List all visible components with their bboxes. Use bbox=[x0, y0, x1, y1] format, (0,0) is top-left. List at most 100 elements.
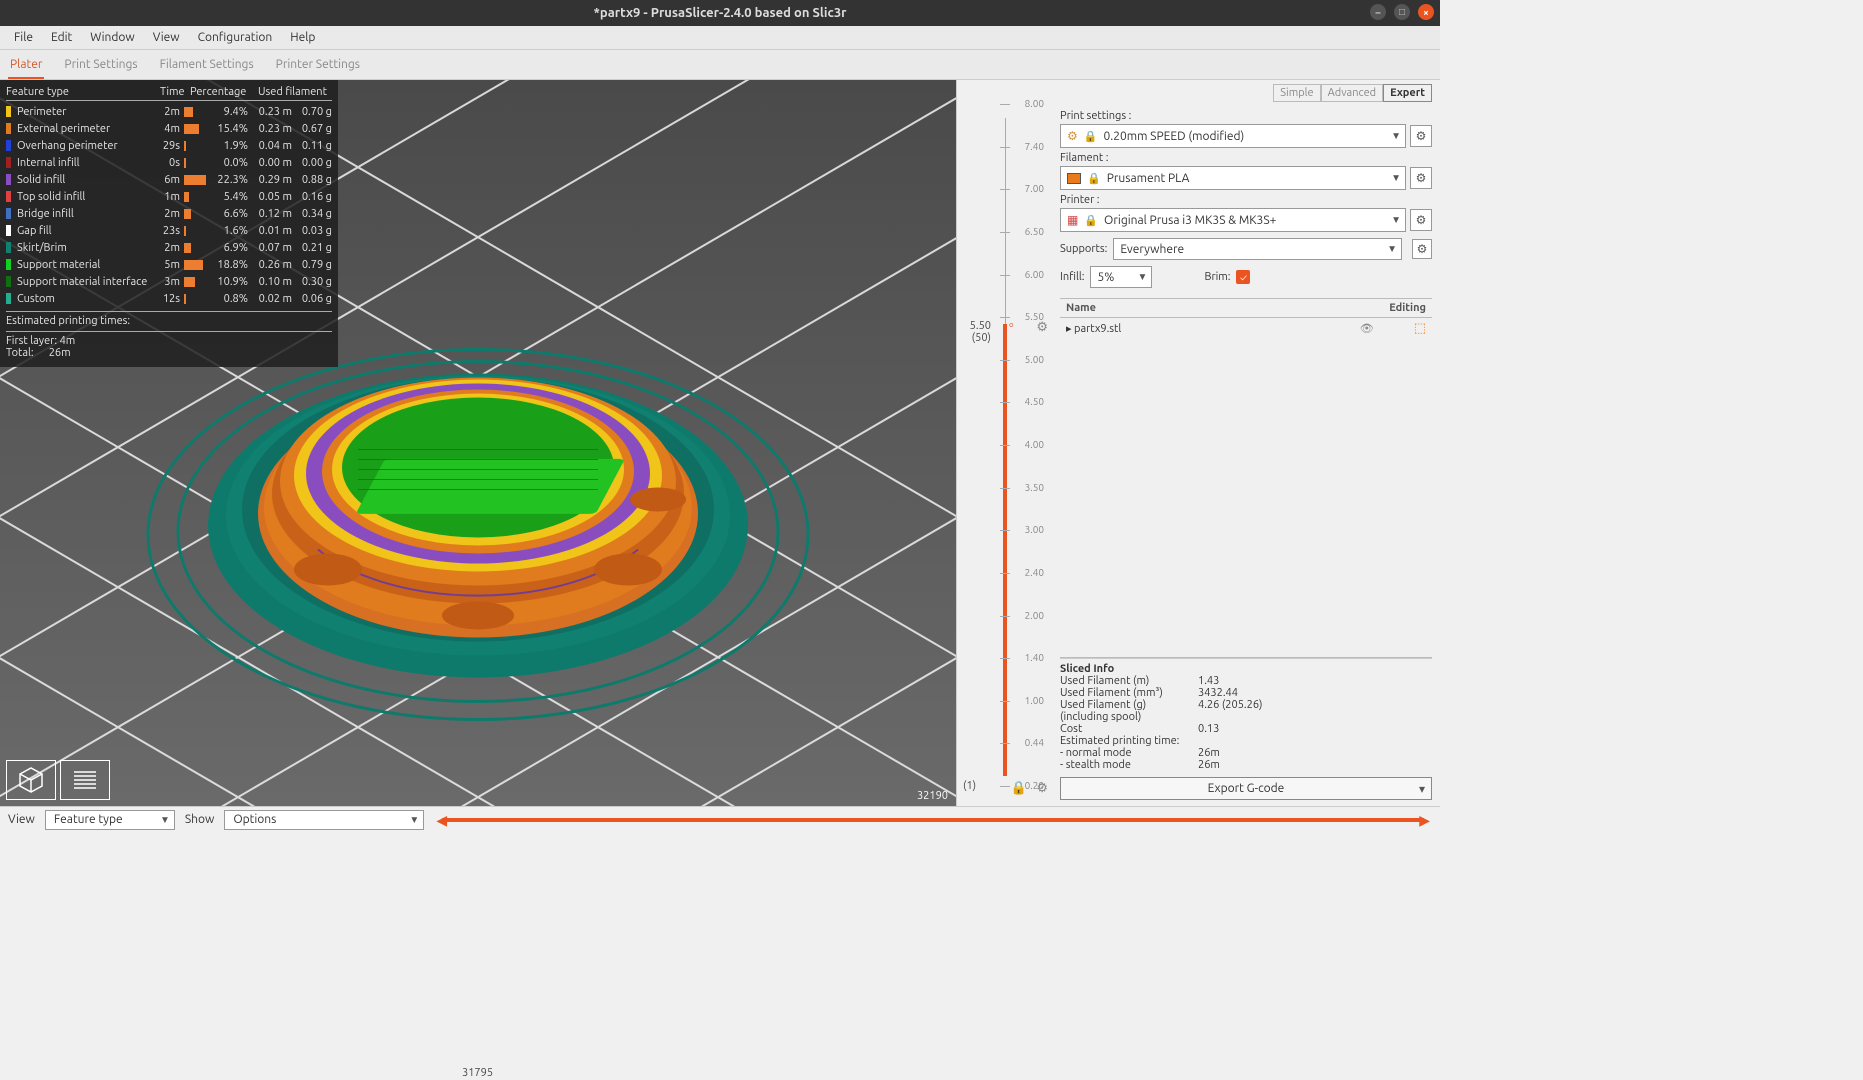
brim-checkbox[interactable]: ✓ bbox=[1236, 270, 1250, 284]
vslider-tick: 6.50 bbox=[1025, 226, 1044, 237]
legend-row[interactable]: Overhang perimeter 29s 1.9% 0.04 m 0.11 … bbox=[6, 137, 332, 154]
sliced-info-row: (including spool) bbox=[1060, 711, 1432, 723]
menu-edit[interactable]: Edit bbox=[43, 29, 80, 46]
vslider-tick: 6.00 bbox=[1025, 269, 1044, 280]
mode-tabs: Simple Advanced Expert bbox=[1060, 84, 1432, 102]
gear-icon: ⚙ bbox=[1067, 129, 1078, 143]
vslider-tick: 3.00 bbox=[1025, 524, 1044, 535]
legend-row[interactable]: Bridge infill 2m 6.6% 0.12 m 0.34 g bbox=[6, 205, 332, 222]
legend-row[interactable]: Support material interface 3m 10.9% 0.10… bbox=[6, 273, 332, 290]
move-count: 32190 bbox=[917, 790, 948, 802]
tab-plater[interactable]: Plater bbox=[8, 52, 44, 79]
vslider-tick: 1.00 bbox=[1025, 695, 1044, 706]
filament-preset-select[interactable]: 🔒 Prusament PLA ▼ bbox=[1060, 166, 1406, 190]
view-layers-button[interactable] bbox=[60, 760, 110, 800]
export-gcode-button[interactable]: Export G-code ▾ bbox=[1060, 777, 1432, 800]
legend-row[interactable]: Internal infill 0s 0.0% 0.00 m 0.00 g bbox=[6, 154, 332, 171]
chevron-down-icon: ▼ bbox=[1387, 243, 1397, 255]
lock-icon: 🔒 bbox=[1084, 130, 1098, 143]
tab-printer-settings[interactable]: Printer Settings bbox=[274, 52, 362, 79]
right-panel: Simple Advanced Expert Print settings : … bbox=[1052, 80, 1440, 806]
menu-help[interactable]: Help bbox=[282, 29, 323, 46]
object-settings-icon[interactable]: ⬚ bbox=[1414, 321, 1426, 336]
legend-header-filament: Used filament bbox=[258, 86, 332, 98]
color-swatch bbox=[6, 259, 11, 270]
color-swatch bbox=[6, 174, 11, 185]
vslider-tick: 5.50 bbox=[1025, 311, 1044, 322]
slider-left-handle[interactable]: ◀ bbox=[436, 812, 447, 829]
tab-print-settings[interactable]: Print Settings bbox=[62, 52, 139, 79]
printer-preset-select[interactable]: ▦ 🔒 Original Prusa i3 MK3S & MK3S+ ▼ bbox=[1060, 208, 1406, 232]
legend-header-time: Time bbox=[160, 86, 190, 98]
vslider-tick: 0.44 bbox=[1025, 737, 1044, 748]
legend-row[interactable]: Top solid infill 1m 5.4% 0.05 m 0.16 g bbox=[6, 188, 332, 205]
slider-gear-icon-2[interactable]: ⚙ bbox=[1036, 320, 1048, 335]
color-swatch bbox=[6, 293, 11, 304]
supports-select[interactable]: Everywhere ▼ bbox=[1113, 238, 1402, 260]
mode-simple[interactable]: Simple bbox=[1273, 84, 1320, 102]
slider-right-handle[interactable]: ▶ bbox=[1419, 812, 1430, 829]
object-row[interactable]: ▸ partx9.stl 👁 ⬚ bbox=[1060, 318, 1432, 339]
view-label: View bbox=[8, 813, 35, 826]
sliced-info-row: Used Filament (m)1.43 bbox=[1060, 675, 1432, 687]
vslider-tick: 0.20 bbox=[1025, 780, 1044, 791]
legend-row[interactable]: Gap fill 23s 1.6% 0.01 m 0.03 g bbox=[6, 222, 332, 239]
chevron-down-icon: ▼ bbox=[1391, 214, 1401, 226]
window-title: *partx9 - PrusaSlicer-2.4.0 based on Sli… bbox=[593, 6, 846, 20]
view-iso-button[interactable] bbox=[6, 760, 56, 800]
vslider-tick: 8.00 bbox=[1025, 98, 1044, 109]
maximize-button[interactable]: □ bbox=[1394, 4, 1410, 20]
lock-icon: 🔒 bbox=[1087, 172, 1101, 185]
printer-edit-button[interactable]: ⚙ bbox=[1410, 209, 1432, 231]
hslider-pos: 31795 bbox=[462, 1067, 493, 1079]
bottom-toolbar: View Feature type▼ Show Options▼ ◀ ▶ bbox=[0, 806, 1440, 832]
objlist-header-editing: Editing bbox=[1389, 302, 1426, 314]
feature-legend: Feature type Time Percentage Used filame… bbox=[0, 80, 338, 367]
menu-view[interactable]: View bbox=[145, 29, 188, 46]
menu-configuration[interactable]: Configuration bbox=[190, 29, 281, 46]
object-list: Name Editing ▸ partx9.stl 👁 ⬚ bbox=[1060, 298, 1432, 658]
horizontal-move-slider[interactable]: ◀ ▶ bbox=[442, 818, 1424, 822]
menu-file[interactable]: File bbox=[6, 29, 41, 46]
legend-row[interactable]: Support material 5m 18.8% 0.26 m 0.79 g bbox=[6, 256, 332, 273]
sliced-info-row: Estimated printing time: bbox=[1060, 735, 1432, 747]
legend-row[interactable]: Solid infill 6m 22.3% 0.29 m 0.88 g bbox=[6, 171, 332, 188]
view-mode-select[interactable]: Feature type▼ bbox=[45, 810, 175, 830]
print-settings-label: Print settings : bbox=[1060, 110, 1432, 122]
legend-row[interactable]: Perimeter 2m 9.4% 0.23 m 0.70 g bbox=[6, 103, 332, 120]
chevron-down-icon: ▼ bbox=[1391, 130, 1401, 142]
print-edit-button[interactable]: ⚙ bbox=[1410, 125, 1432, 147]
menu-window[interactable]: Window bbox=[82, 29, 142, 46]
filament-edit-button[interactable]: ⚙ bbox=[1410, 167, 1432, 189]
eye-icon[interactable]: 👁 bbox=[1356, 322, 1414, 335]
supports-label: Supports: bbox=[1060, 243, 1107, 255]
vslider-tick: 7.00 bbox=[1025, 183, 1044, 194]
legend-header-pct: Percentage bbox=[190, 86, 258, 98]
supports-edit-button[interactable]: ⚙ bbox=[1412, 239, 1432, 259]
3d-viewport[interactable]: Feature type Time Percentage Used filame… bbox=[0, 80, 956, 806]
mode-expert[interactable]: Expert bbox=[1383, 84, 1432, 102]
infill-select[interactable]: 5% ▼ bbox=[1090, 266, 1152, 288]
mode-advanced[interactable]: Advanced bbox=[1321, 84, 1383, 102]
legend-row[interactable]: External perimeter 4m 15.4% 0.23 m 0.67 … bbox=[6, 120, 332, 137]
tab-filament-settings[interactable]: Filament Settings bbox=[158, 52, 256, 79]
minimize-button[interactable]: – bbox=[1370, 4, 1386, 20]
chevron-down-icon[interactable]: ▾ bbox=[1419, 782, 1425, 796]
show-options-select[interactable]: Options▼ bbox=[224, 810, 424, 830]
close-button[interactable]: × bbox=[1418, 4, 1434, 20]
vslider-tick: 2.40 bbox=[1025, 567, 1044, 578]
sliced-info-row: Used Filament (mm³)3432.44 bbox=[1060, 687, 1432, 699]
sliced-info-row: Cost0.13 bbox=[1060, 723, 1432, 735]
legend-row[interactable]: Custom 12s 0.8% 0.02 m 0.06 g bbox=[6, 290, 332, 307]
vslider-tick: 5.00 bbox=[1025, 354, 1044, 365]
color-swatch bbox=[6, 242, 11, 253]
filament-label: Filament : bbox=[1060, 152, 1432, 164]
layer-slider[interactable]: 5.50 (50) ◦ (1) 🔒 ⚙ ⚙ 8.007.407.006.506.… bbox=[956, 80, 1052, 806]
vslider-tick: 7.40 bbox=[1025, 141, 1044, 152]
vslider-tick: 2.00 bbox=[1025, 610, 1044, 621]
legend-row[interactable]: Skirt/Brim 2m 6.9% 0.07 m 0.21 g bbox=[6, 239, 332, 256]
print-preset-select[interactable]: ⚙ 🔒 0.20mm SPEED (modified) ▼ bbox=[1060, 124, 1406, 148]
slider-upper-handle[interactable]: ◦ bbox=[1009, 316, 1015, 335]
color-swatch bbox=[6, 123, 11, 134]
show-label: Show bbox=[185, 813, 214, 826]
